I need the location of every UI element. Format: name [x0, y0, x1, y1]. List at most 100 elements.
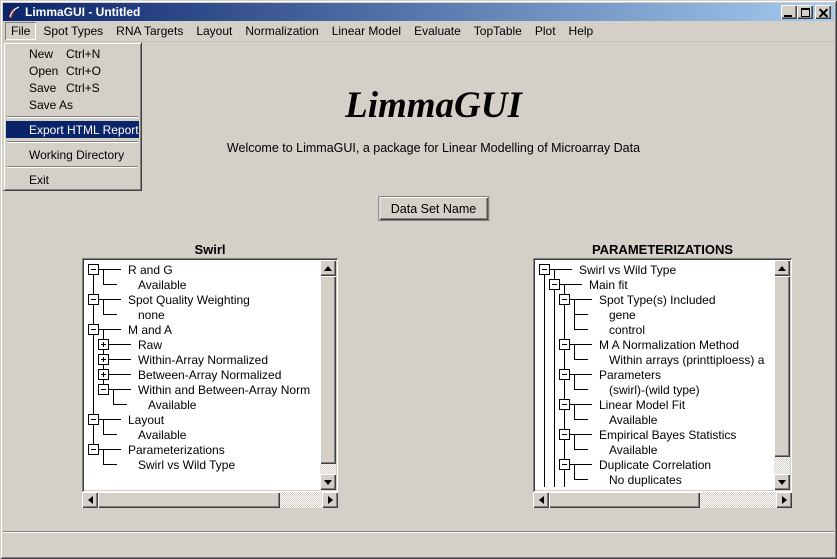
menubar-item-layout[interactable]: Layout [190, 22, 238, 40]
menubar-item-rna-targets[interactable]: RNA Targets [110, 22, 189, 40]
tk-feather-icon[interactable] [7, 5, 21, 19]
swirl-tree-heading: Swirl [82, 242, 338, 257]
tree-collapse-icon[interactable] [88, 444, 99, 455]
scroll-down-button[interactable] [774, 474, 790, 490]
close-icon [819, 8, 828, 17]
tree-row[interactable]: No duplicates [535, 472, 774, 487]
tree-row[interactable]: Parameters [535, 367, 774, 382]
tree-row[interactable]: control [535, 322, 774, 337]
tree-collapse-icon[interactable] [559, 294, 570, 305]
tree-row[interactable]: Empirical Bayes Statistics [535, 427, 774, 442]
parameterizations-vertical-scrollbar[interactable] [774, 260, 790, 490]
tree-row[interactable]: Linear Model Fit [535, 397, 774, 412]
tree-collapse-icon[interactable] [559, 459, 570, 470]
tree-collapse-icon[interactable] [88, 414, 99, 425]
tree-line [109, 374, 131, 375]
tree-row[interactable]: Between-Array Normalized [84, 367, 320, 382]
tree-collapse-icon[interactable] [559, 369, 570, 380]
tree-expand-icon[interactable] [98, 354, 109, 365]
tree-row[interactable]: Available [84, 277, 320, 292]
tree-row[interactable]: Duplicate Correlation [535, 457, 774, 472]
tree-collapse-icon[interactable] [88, 294, 99, 305]
file-menu-item-new[interactable]: NewCtrl+N [6, 45, 139, 62]
page-title: LimmaGUI [30, 84, 837, 127]
tree-row[interactable]: Swirl vs Wild Type [535, 262, 774, 277]
close-button[interactable] [815, 5, 831, 19]
tree-line [564, 472, 565, 487]
file-menu-item-save-as[interactable]: Save As [6, 96, 139, 113]
tree-line [93, 382, 94, 397]
file-menu-item-save[interactable]: SaveCtrl+S [6, 79, 139, 96]
parameterizations-tree-listbox[interactable]: Swirl vs Wild TypeMain fitSpot Type(s) I… [533, 258, 792, 492]
tree-line [544, 322, 545, 337]
scroll-right-button[interactable] [776, 492, 792, 508]
menubar-item-evaluate[interactable]: Evaluate [408, 22, 467, 40]
titlebar[interactable]: LimmaGUI - Untitled [3, 3, 834, 21]
window-title: LimmaGUI - Untitled [25, 5, 140, 19]
tree-collapse-icon[interactable] [559, 429, 570, 440]
scroll-down-button[interactable] [320, 474, 336, 490]
tree-collapse-icon[interactable] [88, 324, 99, 335]
scroll-up-button[interactable] [320, 260, 336, 276]
maximize-button[interactable] [797, 5, 813, 19]
tree-line [544, 352, 545, 367]
tree-row[interactable]: Available [535, 442, 774, 457]
tree-row[interactable]: Within and Between-Array Norm [84, 382, 320, 397]
tree-collapse-icon[interactable] [88, 264, 99, 275]
minimize-button[interactable] [781, 5, 797, 19]
tree-item-label: M A Normalization Method [599, 338, 739, 352]
tree-row[interactable]: Layout [84, 412, 320, 427]
file-menu-item-export-html-report[interactable]: Export HTML Report [6, 121, 139, 138]
tree-collapse-icon[interactable] [559, 399, 570, 410]
file-menu-item-open[interactable]: OpenCtrl+O [6, 62, 139, 79]
tree-row[interactable]: Parameterizations [84, 442, 320, 457]
tree-row[interactable]: R and G [84, 262, 320, 277]
tree-row[interactable]: (swirl)-(wild type) [535, 382, 774, 397]
parameterizations-horizontal-scrollbar[interactable] [533, 492, 792, 508]
menubar-item-normalization[interactable]: Normalization [239, 22, 324, 40]
menubar-item-help[interactable]: Help [563, 22, 600, 40]
tree-expand-icon[interactable] [98, 369, 109, 380]
tree-row[interactable]: Available [84, 397, 320, 412]
file-menu-item-exit[interactable]: Exit [6, 171, 139, 188]
tree-row[interactable]: gene [535, 307, 774, 322]
scroll-up-button[interactable] [774, 260, 790, 276]
tree-row[interactable]: Main fit [535, 277, 774, 292]
tree-row[interactable]: M and A [84, 322, 320, 337]
tree-collapse-icon[interactable] [549, 279, 560, 290]
tree-collapse-icon[interactable] [539, 264, 550, 275]
tree-row[interactable]: none [84, 307, 320, 322]
menubar-item-toptable[interactable]: TopTable [468, 22, 528, 40]
tree-row[interactable]: Raw [84, 337, 320, 352]
tree-row[interactable]: Within arrays (printtiploess) a [535, 352, 774, 367]
tree-item-label: Available [148, 398, 196, 412]
scrollbar-thumb[interactable] [774, 276, 790, 457]
tree-line [544, 277, 545, 292]
swirl-horizontal-scrollbar[interactable] [82, 492, 338, 508]
tree-row[interactable]: Within-Array Normalized [84, 352, 320, 367]
tree-collapse-icon[interactable] [559, 339, 570, 350]
tree-row[interactable]: Available [535, 412, 774, 427]
tree-expand-icon[interactable] [98, 339, 109, 350]
menubar-item-linear-model[interactable]: Linear Model [326, 22, 407, 40]
tree-row[interactable]: Spot Type(s) Included [535, 292, 774, 307]
tree-row[interactable]: Swirl vs Wild Type [84, 457, 320, 472]
scroll-left-button[interactable] [533, 492, 549, 508]
swirl-tree-listbox[interactable]: R and GAvailableSpot Quality Weightingno… [82, 258, 338, 492]
menubar-item-spot-types[interactable]: Spot Types [37, 22, 109, 40]
tree-row[interactable]: Spot Quality Weighting [84, 292, 320, 307]
scroll-left-button[interactable] [82, 492, 98, 508]
menubar-item-file[interactable]: File [5, 22, 36, 40]
swirl-vertical-scrollbar[interactable] [320, 260, 336, 490]
tree-row[interactable]: Available [84, 427, 320, 442]
tree-line [554, 292, 555, 307]
scroll-right-button[interactable] [322, 492, 338, 508]
tree-collapse-icon[interactable] [98, 384, 109, 395]
tree-row[interactable]: M A Normalization Method [535, 337, 774, 352]
scrollbar-thumb[interactable] [98, 492, 280, 508]
menubar-item-plot[interactable]: Plot [529, 22, 562, 40]
scrollbar-thumb[interactable] [320, 276, 336, 464]
scrollbar-thumb[interactable] [549, 492, 700, 508]
file-menu-item-working-directory[interactable]: Working Directory [6, 146, 139, 163]
data-set-name-button[interactable]: Data Set Name [378, 196, 489, 221]
